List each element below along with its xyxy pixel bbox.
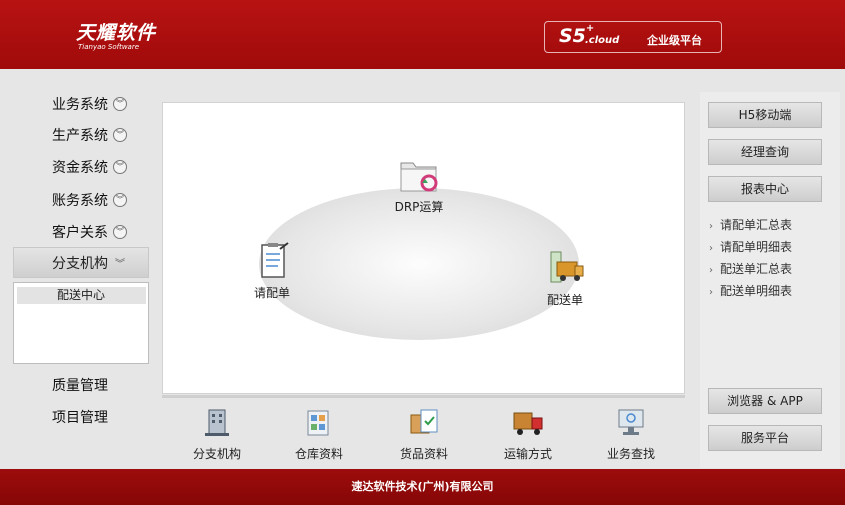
shortcut-branch[interactable]: 分支机构 [182, 405, 252, 462]
chevron-down-icon[interactable]: ︾ [113, 160, 127, 174]
browser-app-button[interactable]: 浏览器 & APP [708, 388, 822, 414]
logo-text: 天耀软件 [76, 22, 157, 44]
nav-item-label: 客户关系 [52, 225, 108, 241]
brand-cloud: .cloud [585, 35, 620, 46]
report-link[interactable]: › 配送单汇总表 [709, 260, 792, 277]
service-platform-button[interactable]: 服务平台 [708, 425, 822, 451]
folder-sync-icon [400, 162, 438, 192]
nav-item-quality[interactable]: 质量管理 [52, 374, 108, 396]
nav-item-label: 项目管理 [52, 410, 108, 426]
drp-label: DRP运算 [394, 200, 444, 214]
delivery-order-label: 配送单 [546, 293, 583, 307]
workflow-panel: DRP运算 请配单 配送单 [162, 102, 685, 394]
footer-company: 速达软件技术(广州)有限公司 [0, 469, 845, 505]
nav-item-label: 生产系统 [52, 128, 108, 144]
shortcut-goods[interactable]: 货品资料 [389, 405, 459, 462]
nav-item-label: 账务系统 [52, 193, 108, 209]
app-header: 天耀软件 Tianyao Software S5+ .cloud 企业级平台 [0, 0, 845, 69]
chevron-right-icon: › [709, 221, 713, 232]
delivery-order-node[interactable]: 配送单 [540, 248, 590, 308]
shortcut-label: 业务查找 [606, 447, 655, 461]
chevron-right-icon: › [709, 287, 713, 298]
platform-label: 企业级平台 [647, 34, 702, 47]
chevron-down-icon[interactable]: ︾ [113, 97, 127, 111]
monitor-icon [618, 409, 644, 435]
clipboard-icon [261, 242, 289, 278]
nav-item-label: 质量管理 [52, 378, 108, 394]
warehouse-icon [307, 410, 329, 436]
shortcut-search[interactable]: 业务查找 [596, 405, 666, 462]
request-order-node[interactable]: 请配单 [247, 241, 297, 301]
chevron-down-icon[interactable]: ︾ [113, 225, 127, 239]
chevron-down-icon[interactable]: ︾ [115, 255, 125, 270]
nav-item-business[interactable]: 业务系统 ︾ [52, 93, 127, 115]
submenu-item-delivery-center[interactable]: 配送中心 [17, 287, 146, 304]
nav-item-label: 业务系统 [52, 97, 108, 113]
company-logo: 天耀软件 Tianyao Software [76, 18, 156, 51]
chevron-down-icon[interactable]: ︾ [113, 193, 127, 207]
nav-item-label: 资金系统 [52, 160, 108, 176]
building-icon [205, 409, 229, 436]
nav-item-accounts[interactable]: 账务系统 ︾ [52, 189, 127, 211]
h5-mobile-button[interactable]: H5移动端 [708, 102, 822, 128]
chevron-right-icon: › [709, 243, 713, 254]
chevron-down-icon[interactable]: ︾ [113, 128, 127, 142]
goods-icon [410, 409, 438, 434]
branch-submenu: 配送中心 [13, 282, 149, 364]
shortcut-transport[interactable]: 运输方式 [493, 405, 563, 462]
manager-query-button[interactable]: 经理查询 [708, 139, 822, 165]
truck-icon [513, 412, 543, 435]
nav-item-crm[interactable]: 客户关系 ︾ [52, 221, 127, 243]
platform-badge: S5+ .cloud 企业级平台 [544, 21, 722, 53]
shortcut-label: 分支机构 [192, 447, 241, 461]
nav-item-production[interactable]: 生产系统 ︾ [52, 124, 127, 146]
nav-item-branch[interactable]: 分支机构 ︾ [13, 247, 149, 278]
report-link[interactable]: › 配送单明细表 [709, 282, 792, 299]
chevron-right-icon: › [709, 265, 713, 276]
report-center-button[interactable]: 报表中心 [708, 176, 822, 202]
nav-item-label: 分支机构 [52, 255, 108, 272]
panel-divider [162, 395, 685, 398]
shortcut-warehouse[interactable]: 仓库资料 [284, 405, 354, 462]
shortcut-label: 运输方式 [503, 447, 552, 461]
shortcut-label: 仓库资料 [294, 447, 343, 461]
nav-item-project[interactable]: 项目管理 [52, 406, 108, 428]
shortcut-label: 货品资料 [399, 447, 448, 461]
drp-node[interactable]: DRP运算 [389, 155, 449, 215]
request-order-label: 请配单 [253, 286, 290, 300]
report-link[interactable]: › 请配单明细表 [709, 238, 792, 255]
delivery-truck-icon [550, 251, 584, 283]
report-link[interactable]: › 请配单汇总表 [709, 216, 792, 233]
nav-item-funds[interactable]: 资金系统 ︾ [52, 156, 127, 178]
